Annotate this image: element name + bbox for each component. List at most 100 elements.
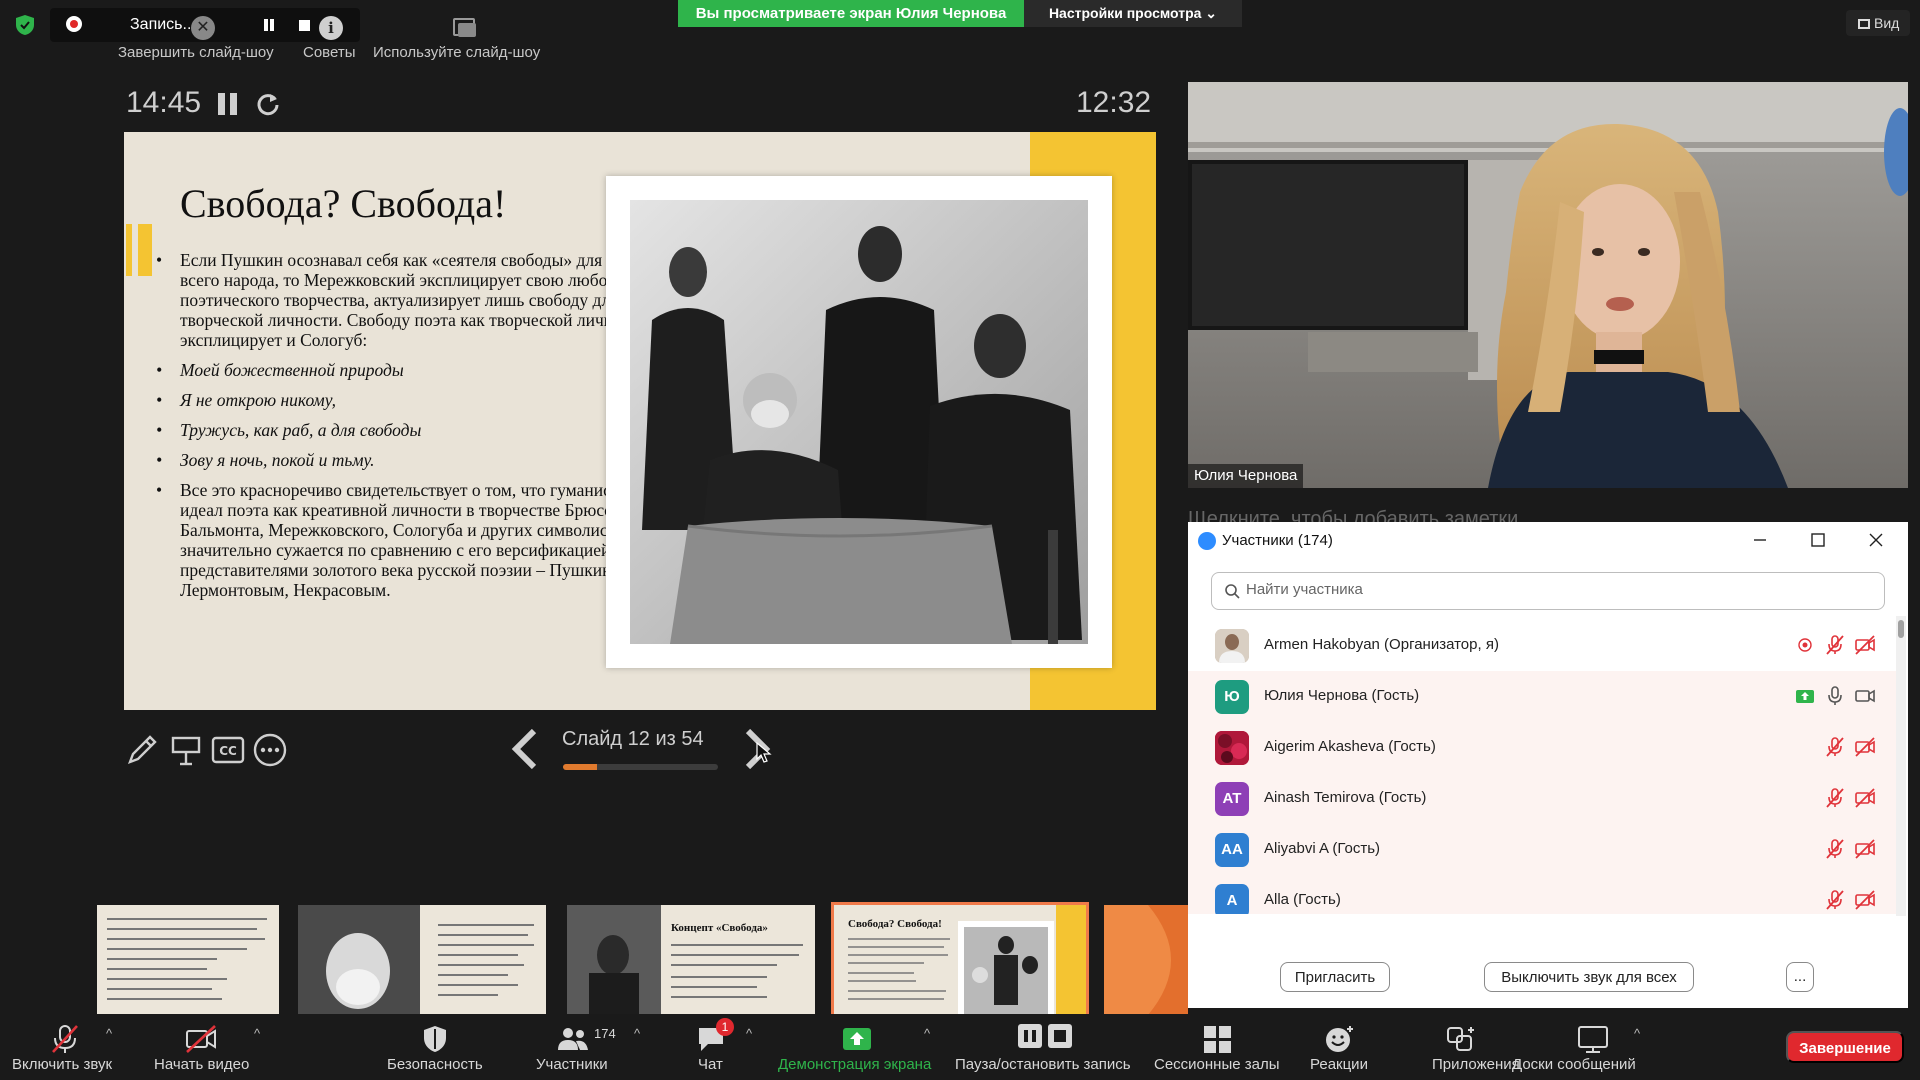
camera-icon[interactable] [1854, 685, 1876, 707]
microphone-muted-icon[interactable] [1824, 838, 1846, 860]
pause-record-icon [1018, 1024, 1042, 1048]
invite-button[interactable]: Пригласить [1280, 962, 1390, 992]
slide-progress-bar [563, 764, 718, 770]
share-options-caret[interactable]: ^ [924, 1026, 930, 1041]
slide-thumbnail[interactable] [97, 905, 279, 1015]
breakout-rooms-label: Сессионные залы [1154, 1056, 1280, 1073]
slide-title: Свобода? Свобода! [180, 181, 507, 226]
camera-off-icon[interactable] [1854, 889, 1876, 911]
close-panel-icon[interactable] [1864, 528, 1888, 552]
view-button[interactable]: Вид [1846, 10, 1910, 36]
breakout-rooms-button[interactable]: Сессионные залы [1152, 1014, 1282, 1080]
chat-label: Чат [698, 1056, 723, 1073]
reactions-label: Реакции [1310, 1056, 1368, 1073]
screen-sharing-icon[interactable] [1794, 685, 1816, 707]
pause-stop-recording-button[interactable]: Пауза/остановить запись [952, 1014, 1138, 1080]
participants-button[interactable]: 174 ^ Участники [530, 1014, 650, 1080]
unmute-label: Включить звук [12, 1056, 113, 1073]
participant-row[interactable]: Ю Юлия Чернова (Гость) [1188, 671, 1896, 722]
microphone-muted-icon[interactable] [1824, 787, 1846, 809]
subtitles-icon[interactable]: CC [210, 732, 246, 768]
camera-off-icon[interactable] [1854, 736, 1876, 758]
zoom-meeting-window: Запись... ✕ i Завершить слайд-шоу Советы… [0, 0, 1920, 1080]
microphone-icon[interactable] [1824, 685, 1846, 707]
camera-off-icon[interactable] [1854, 634, 1876, 656]
meeting-toolbar: ^ Включить звук ^ Начать видео Безопасно… [0, 1014, 1920, 1080]
audio-options-caret[interactable]: ^ [106, 1026, 112, 1041]
chat-button[interactable]: 1 ^ Чат [688, 1014, 768, 1080]
more-options-button[interactable]: ... [1786, 962, 1814, 992]
pause-record-label: Пауза/остановить запись [955, 1056, 1131, 1073]
laser-pointer-icon[interactable] [168, 732, 204, 768]
slide-thumbnail[interactable]: Концепт «Свобода» [567, 905, 815, 1015]
participant-name: Aigerim Akasheva (Гость) [1264, 738, 1436, 755]
search-icon [1225, 584, 1240, 599]
unmute-button[interactable]: ^ Включить звук [0, 1014, 140, 1080]
participant-row[interactable]: A Alla (Гость) [1188, 875, 1896, 914]
participants-scrollbar[interactable] [1896, 616, 1906, 916]
recording-indicator-icon[interactable] [1794, 634, 1816, 656]
scrollbar-thumb[interactable] [1898, 620, 1904, 638]
slide-thumbnail[interactable] [298, 905, 546, 1015]
participants-options-caret[interactable]: ^ [634, 1026, 640, 1041]
restart-timer-icon[interactable] [254, 90, 282, 118]
share-screen-icon [843, 1028, 871, 1050]
whiteboard-options-caret[interactable]: ^ [1634, 1026, 1640, 1041]
video-options-caret[interactable]: ^ [254, 1026, 260, 1041]
display-settings-icon[interactable] [453, 18, 477, 38]
speaker-video[interactable] [1188, 82, 1908, 488]
use-slideshow-button[interactable]: Используйте слайд-шоу [373, 44, 540, 61]
participant-name: Юлия Чернова (Гость) [1264, 687, 1420, 704]
pause-timer-icon[interactable] [218, 93, 238, 115]
camera-off-icon [186, 1025, 216, 1053]
participant-row[interactable]: AT Ainash Temirova (Гость) [1188, 773, 1896, 824]
view-settings-dropdown[interactable]: Настройки просмотра ⌄ [1024, 0, 1242, 27]
info-icon[interactable]: i [319, 16, 343, 40]
whiteboards-button[interactable]: ^ Доски сообщений [1510, 1014, 1680, 1080]
participant-search[interactable] [1211, 572, 1885, 610]
stop-recording-icon[interactable] [299, 20, 310, 31]
zoom-logo-icon [1198, 532, 1216, 550]
participant-row[interactable]: AA Aliyabvi A (Гость) [1188, 824, 1896, 875]
pen-icon[interactable] [124, 732, 160, 768]
tips-button[interactable]: Советы [303, 44, 355, 61]
close-icon[interactable]: ✕ [191, 16, 215, 40]
camera-off-icon[interactable] [1854, 838, 1876, 860]
stop-record-icon [1048, 1024, 1072, 1048]
pause-recording-icon[interactable] [263, 19, 275, 31]
microphone-muted-icon[interactable] [1824, 889, 1846, 911]
security-button[interactable]: Безопасность [380, 1014, 490, 1080]
svg-text:CC: CC [219, 744, 237, 758]
maximize-icon[interactable] [1806, 528, 1830, 552]
encryption-shield-icon[interactable] [14, 14, 36, 36]
end-meeting-button[interactable]: Завершение [1786, 1031, 1904, 1063]
thumbnail-preview [298, 905, 546, 1015]
participant-row[interactable]: Armen Hakobyan (Организатор, я) [1188, 620, 1896, 671]
previous-slide-icon[interactable] [510, 729, 540, 769]
reactions-button[interactable]: Реакции [1300, 1014, 1380, 1080]
participants-panel: Участники (174) Armen Hakobyan (Организа… [1188, 522, 1908, 1008]
chat-options-caret[interactable]: ^ [746, 1026, 752, 1041]
microphone-muted-icon[interactable] [1824, 736, 1846, 758]
slide-thumbnail[interactable] [1104, 905, 1188, 1015]
thumbnail-preview [1104, 905, 1188, 1015]
participant-name: Aliyabvi A (Гость) [1264, 840, 1381, 857]
participants-list: Armen Hakobyan (Организатор, я) Ю Юлия Чер… [1188, 620, 1896, 914]
participant-row[interactable]: Aigerim Akasheva (Гость) [1188, 722, 1896, 773]
start-video-button[interactable]: ^ Начать видео [144, 1014, 274, 1080]
mute-all-button[interactable]: Выключить звук для всех [1484, 962, 1694, 992]
microphone-muted-icon[interactable] [1824, 634, 1846, 656]
end-slideshow-button[interactable]: Завершить слайд-шоу [118, 44, 274, 61]
participants-label: Участники [536, 1056, 608, 1073]
speaker-name-tag: Юлия Чернова [1188, 464, 1304, 488]
camera-off-icon[interactable] [1854, 787, 1876, 809]
share-screen-button[interactable]: ^ Демонстрация экрана [776, 1014, 942, 1080]
search-input[interactable] [1246, 581, 1846, 598]
recording-indicator-icon [66, 16, 82, 32]
screen-share-banner: Вы просматриваете экран Юлия Чернова [678, 0, 1024, 27]
more-options-icon[interactable] [252, 732, 288, 768]
minimize-icon[interactable] [1748, 528, 1772, 552]
slide-thumbnail-current[interactable]: Свобода? Свобода! [831, 902, 1089, 1018]
group-photo [630, 200, 1088, 644]
slide-counter: Слайд 12 из 54 [562, 728, 704, 750]
